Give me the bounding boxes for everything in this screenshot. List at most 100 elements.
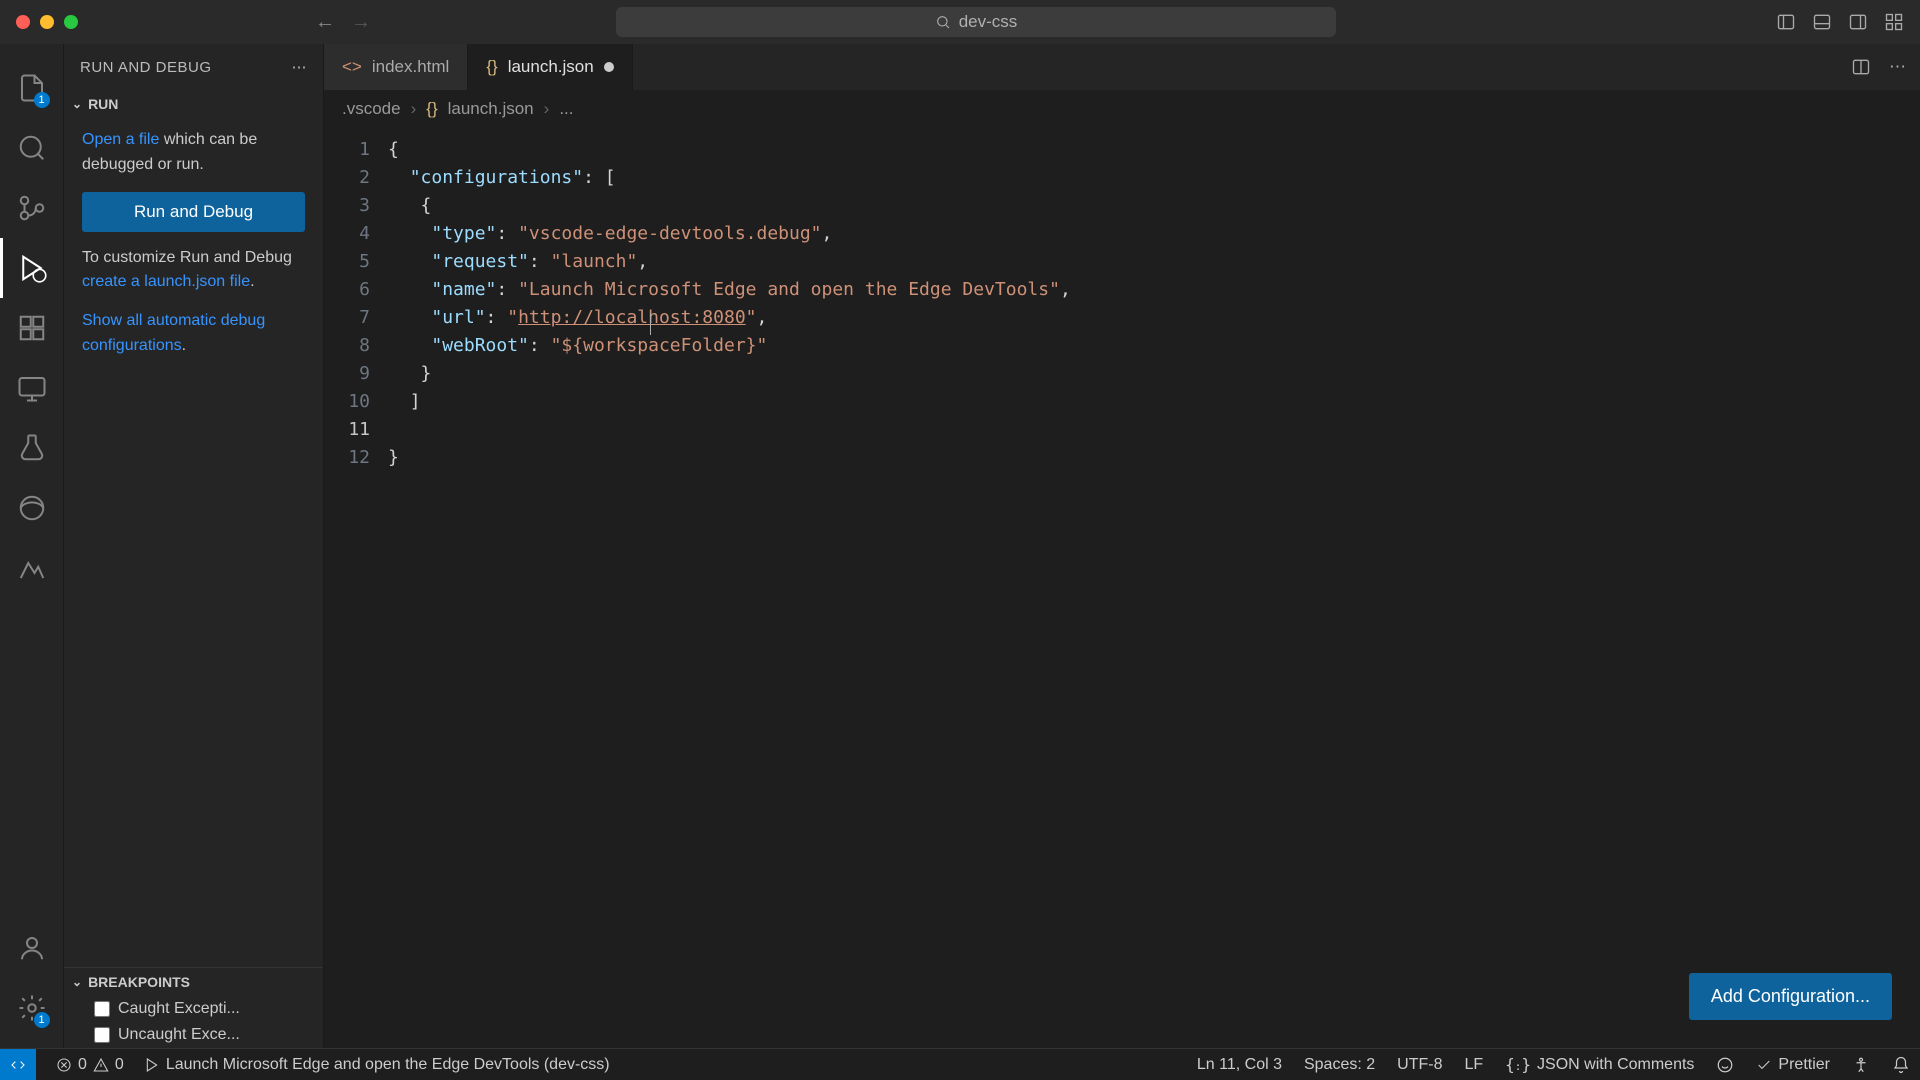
debug-launch-config[interactable]: Launch Microsoft Edge and open the Edge … (144, 1056, 610, 1074)
create-launch-json-link[interactable]: create a launch.json file (82, 273, 250, 290)
minimize-window-button[interactable] (40, 15, 54, 29)
prettier-label: Prettier (1778, 1056, 1830, 1074)
line-number: 4 (324, 220, 370, 248)
editor-tabs: <> index.html {} launch.json ⋯ (324, 44, 1920, 90)
code-token: : [ (583, 167, 616, 188)
breakpoints-header[interactable]: ⌄ BREAKPOINTS (64, 968, 323, 996)
testing-icon[interactable] (0, 418, 64, 478)
extensions-icon[interactable] (0, 298, 64, 358)
run-section-title: RUN (88, 96, 118, 112)
tab-index-html[interactable]: <> index.html (324, 44, 468, 90)
accounts-icon[interactable] (0, 918, 64, 978)
run-body: Open a file which can be debugged or run… (64, 118, 323, 383)
edge-tools-icon[interactable] (0, 478, 64, 538)
sidebar-title: RUN AND DEBUG (80, 59, 212, 76)
run-section-header[interactable]: ⌄ RUN (64, 90, 323, 118)
maximize-window-button[interactable] (64, 15, 78, 29)
forward-icon[interactable]: → (351, 11, 371, 34)
code-token: "webRoot" (431, 335, 529, 356)
tab-launch-json[interactable]: {} launch.json (468, 44, 632, 90)
line-number: 7 (324, 304, 370, 332)
bell-icon[interactable] (1892, 1056, 1910, 1074)
warning-icon (93, 1057, 109, 1073)
more-icon[interactable]: ⋯ (292, 58, 308, 76)
more-actions-icon[interactable]: ⋯ (1889, 57, 1906, 77)
source-control-icon[interactable] (0, 178, 64, 238)
layout-sidebar-left-icon[interactable] (1776, 12, 1796, 32)
line-number: 9 (324, 360, 370, 388)
json-file-icon: {} (486, 57, 497, 77)
code-content[interactable]: { "configurations": [ { "type": "vscode-… (388, 128, 1920, 1048)
workspace-name: dev-css (959, 12, 1018, 32)
indentation[interactable]: Spaces: 2 (1304, 1056, 1375, 1074)
prettier-indicator[interactable]: Prettier (1756, 1056, 1830, 1074)
breadcrumb-sep-icon: › (411, 99, 417, 119)
back-icon[interactable]: ← (315, 11, 335, 34)
bp-caught-checkbox[interactable] (94, 1001, 110, 1017)
customize-post: . (250, 273, 254, 290)
breadcrumb-symbol[interactable]: ... (559, 99, 573, 119)
code-editor[interactable]: 1 2 3 4 5 6 7 8 9 10 11 12 { "configurat… (324, 128, 1920, 1048)
error-icon (56, 1057, 72, 1073)
breadcrumb-folder[interactable]: .vscode (342, 99, 401, 119)
code-token: "vscode-edge-devtools.debug" (518, 223, 821, 244)
line-number: 2 (324, 164, 370, 192)
close-window-button[interactable] (16, 15, 30, 29)
layout-grid-icon[interactable] (1884, 12, 1904, 32)
line-number: 11 (324, 416, 370, 444)
code-token: ] (410, 391, 421, 412)
remote-indicator[interactable] (0, 1049, 36, 1080)
editor-area: <> index.html {} launch.json ⋯ .vscode ›… (324, 44, 1920, 1048)
activity-bar: 1 1 (0, 44, 64, 1048)
line-number: 12 (324, 444, 370, 472)
show-automatic-configs-link[interactable]: Show all automatic debug configurations (82, 312, 265, 354)
bp-uncaught-checkbox[interactable] (94, 1027, 110, 1043)
language-mode[interactable]: {:} JSON with Comments (1505, 1055, 1694, 1074)
activity-bottom: 1 (0, 918, 64, 1038)
command-center[interactable]: dev-css (616, 7, 1336, 37)
breadcrumb-file[interactable]: launch.json (448, 99, 534, 119)
settings-gear-icon[interactable]: 1 (0, 978, 64, 1038)
layout-panel-icon[interactable] (1812, 12, 1832, 32)
line-number: 8 (324, 332, 370, 360)
layout-sidebar-right-icon[interactable] (1848, 12, 1868, 32)
breakpoint-caught-exceptions[interactable]: Caught Excepti... (64, 996, 323, 1022)
search-activity-icon[interactable] (0, 118, 64, 178)
code-token: " (507, 307, 518, 328)
cursor-position[interactable]: Ln 11, Col 3 (1197, 1056, 1282, 1074)
performance-icon[interactable] (0, 538, 64, 598)
code-token: http://localhost:8080 (518, 307, 746, 328)
encoding[interactable]: UTF-8 (1397, 1056, 1442, 1074)
statusbar: 0 0 Launch Microsoft Edge and open the E… (0, 1048, 1920, 1080)
customize-pre: To customize Run and Debug (82, 249, 292, 266)
run-and-debug-button[interactable]: Run and Debug (82, 192, 305, 232)
code-token: "launch" (551, 251, 638, 272)
code-token: " (746, 307, 757, 328)
breadcrumbs: .vscode › {} launch.json › ... (324, 90, 1920, 128)
problems-indicator[interactable]: 0 0 (56, 1056, 124, 1074)
explorer-icon[interactable]: 1 (0, 58, 64, 118)
breakpoint-uncaught-exceptions[interactable]: Uncaught Exce... (64, 1022, 323, 1048)
tab-bar-actions: ⋯ (1851, 44, 1920, 90)
code-token: { (388, 139, 399, 160)
chevron-down-icon: ⌄ (72, 975, 82, 989)
split-editor-icon[interactable] (1851, 57, 1871, 77)
add-configuration-button[interactable]: Add Configuration... (1689, 973, 1892, 1020)
feedback-icon[interactable] (1716, 1056, 1734, 1074)
show-all-post: . (182, 337, 186, 354)
code-token: "${workspaceFolder}" (551, 335, 768, 356)
code-token: } (421, 363, 432, 384)
accessibility-icon[interactable] (1852, 1056, 1870, 1074)
remote-explorer-icon[interactable] (0, 358, 64, 418)
explorer-badge: 1 (34, 92, 50, 108)
settings-badge: 1 (34, 1012, 50, 1028)
run-debug-icon[interactable] (0, 238, 64, 298)
text-cursor (650, 313, 651, 335)
code-token: } (388, 447, 399, 468)
eol[interactable]: LF (1464, 1056, 1483, 1074)
line-number: 6 (324, 276, 370, 304)
titlebar: ← → dev-css (0, 0, 1920, 44)
play-icon (144, 1057, 160, 1073)
open-file-link[interactable]: Open a file (82, 131, 159, 148)
window-controls (16, 15, 78, 29)
